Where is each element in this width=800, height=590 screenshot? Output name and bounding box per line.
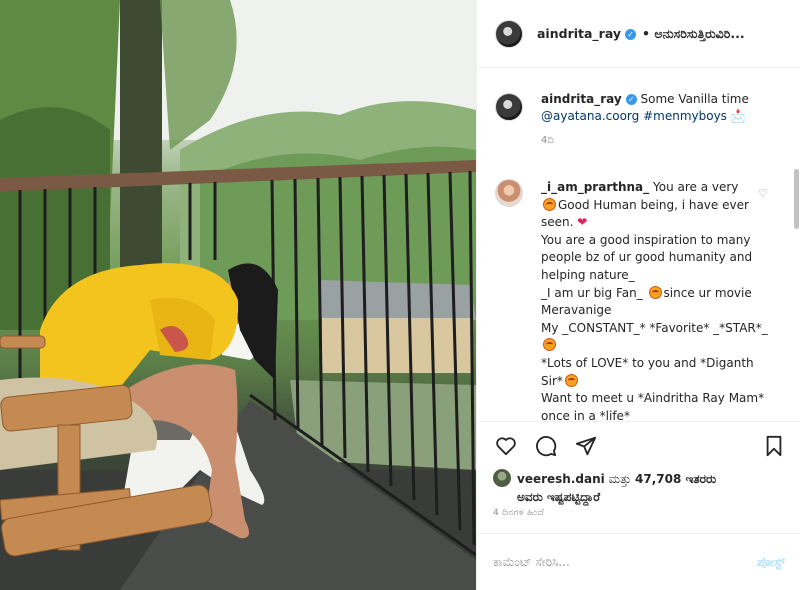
likes-suffix: ಅವರು ಇಷ್ಟಪಟ್ಟಿದ್ದಾರೆ — [517, 490, 601, 504]
commenter-username[interactable]: _i_am_prarthna_ — [541, 180, 649, 194]
comments-scrollbar[interactable] — [794, 169, 799, 229]
comment-icon — [536, 435, 557, 456]
caption-time[interactable]: 4ದಿ — [541, 135, 790, 146]
comment-line-8: Want to meet u *Aindritha Ray Mam* once … — [541, 391, 765, 421]
verified-badge-icon: ✓ — [625, 29, 637, 40]
save-button[interactable] — [761, 433, 787, 459]
caption-avatar[interactable] — [495, 93, 523, 121]
commenter-avatar[interactable] — [495, 179, 523, 207]
comment-line-3: You are a good inspiration to many peopl… — [541, 232, 753, 282]
comment-line-6: My _CONSTANT_* *Favorite* _*STAR*_ — [541, 320, 768, 335]
caption-hashtag-link[interactable]: #menmyboys — [643, 109, 727, 123]
bookmark-icon — [766, 435, 782, 456]
like-button[interactable] — [493, 433, 519, 459]
comment-button[interactable] — [533, 433, 559, 459]
like-comment-icon[interactable]: ♡ — [758, 187, 768, 200]
verified-badge-icon: ✓ — [625, 94, 637, 105]
following-status[interactable]: • ಅನುಸರಿಸುತ್ತಿರುವಿರಿ... — [642, 26, 792, 42]
post-caption: aindrita_ray ✓ Some Vanilla time @ayatana… — [495, 91, 790, 146]
red-heart-emoji-icon: ❤ — [577, 215, 588, 230]
post-timestamp[interactable]: 4 ದಿನಗಳ ಹಿಂದೆ — [493, 508, 544, 518]
comment-input[interactable] — [493, 555, 723, 569]
liker-username[interactable]: veeresh.dani — [517, 472, 605, 486]
add-comment-bar: ಪೋಸ್ಟ್ — [477, 533, 800, 590]
caption-username[interactable]: aindrita_ray — [541, 92, 622, 106]
star-struck-emoji-icon — [564, 373, 578, 387]
star-struck-emoji-icon — [543, 197, 556, 211]
comments-list[interactable]: aindrita_ray ✓ Some Vanilla time @ayatana… — [477, 69, 800, 421]
likes-summary: veeresh.dani ಮತ್ತು 47,708 ಇತರರು ಅವರು ಇಷ್… — [493, 469, 793, 506]
comment-item: _i_am_prarthna_ You are a very Good Huma… — [495, 179, 790, 421]
post-header: aindrita_ray ✓ • ಅನುಸರಿಸುತ್ತಿರುವಿರಿ... — [477, 0, 800, 68]
star-struck-emoji-icon — [543, 338, 556, 352]
star-struck-emoji-icon — [648, 285, 662, 299]
author-username-text[interactable]: aindrita_ray — [537, 26, 621, 41]
comment-line-1: You are a very — [653, 180, 739, 194]
post-comment-button[interactable]: ಪೋಸ್ಟ್ — [757, 555, 785, 570]
share-button[interactable] — [573, 433, 599, 459]
post-photo-illustration — [0, 0, 476, 590]
author-username[interactable]: aindrita_ray ✓ — [537, 26, 637, 41]
caption-mention-link[interactable]: @ayatana.coorg — [541, 109, 639, 123]
share-icon — [575, 436, 597, 455]
liker-avatar[interactable] — [493, 469, 511, 487]
comment-line-2: Good Human being, i have ever seen. — [541, 197, 749, 230]
post-photo[interactable] — [0, 0, 476, 590]
post-details-panel: aindrita_ray ✓ • ಅನುಸರಿಸುತ್ತಿರುವಿರಿ... ai… — [476, 0, 800, 590]
comment-line-4: _I am ur big Fan_ — [541, 285, 643, 300]
author-avatar[interactable] — [495, 19, 523, 48]
likes-connector: ಮತ್ತು — [608, 472, 632, 486]
heart-icon — [496, 436, 516, 455]
likes-count[interactable]: 47,708 ಇತರರು — [635, 472, 716, 486]
caption-text: Some Vanilla time — [640, 92, 749, 106]
post-actions — [477, 421, 800, 469]
envelope-emoji-icon: 📩 — [730, 109, 746, 123]
